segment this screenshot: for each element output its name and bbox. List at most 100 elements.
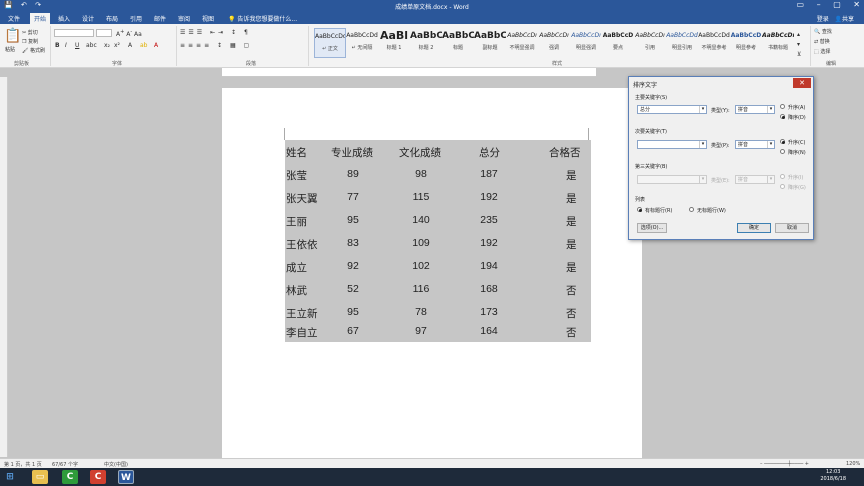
has-header-radio[interactable] (637, 207, 642, 212)
subscript-button[interactable]: x₂ (104, 42, 110, 49)
table-cell[interactable]: 83 (333, 237, 373, 249)
secondary-asc-radio[interactable] (780, 139, 785, 144)
login-link[interactable]: 登录 (817, 16, 829, 23)
table-header-cell[interactable]: 专业成绩 (331, 145, 373, 160)
style-heading-2[interactable]: AaBbC 标题 2 (410, 28, 442, 58)
table-cell[interactable]: 否 (566, 283, 577, 298)
cancel-button[interactable]: 取消 (775, 223, 809, 233)
text-effects-icon[interactable]: A (128, 42, 132, 49)
table-cell[interactable]: 是 (566, 260, 577, 275)
table-cell[interactable]: 52 (333, 283, 373, 295)
style-subtle-reference[interactable]: AaBbCcDd 不明显参考 (698, 28, 730, 58)
table-header-cell[interactable]: 总分 (479, 145, 500, 160)
styles-scroll-icons[interactable]: ▴ ▾ ⊻ (797, 30, 801, 60)
font-color-icon[interactable]: A (154, 42, 158, 49)
paste-icon[interactable]: 📋 (4, 28, 21, 44)
secondary-type-select[interactable]: 拼音 ▾ (735, 140, 775, 149)
table-header-cell[interactable]: 姓名 (286, 145, 307, 160)
tell-me-search[interactable]: 💡 告诉我您想要做什么... (228, 14, 297, 23)
table-cell[interactable]: 187 (469, 168, 509, 180)
table-cell[interactable]: 102 (401, 260, 441, 272)
tab-insert[interactable]: 插入 (58, 14, 70, 23)
table-cell[interactable]: 林武 (286, 283, 307, 298)
tab-design[interactable]: 设计 (82, 14, 94, 23)
vertical-ruler[interactable] (0, 77, 8, 457)
table-cell[interactable]: 194 (469, 260, 509, 272)
style-quote[interactable]: AaBbCcDı 引用 (634, 28, 666, 58)
table-cell[interactable]: 95 (333, 306, 373, 318)
tab-references[interactable]: 引用 (130, 14, 142, 23)
cut-button[interactable]: ✂ 剪切 (22, 29, 38, 36)
italic-button[interactable]: I (65, 42, 67, 49)
dialog-close-button[interactable]: ✕ (793, 78, 811, 88)
primary-desc-radio[interactable] (780, 114, 785, 119)
font-grow-shrink-icons[interactable]: A+ A- Aa (116, 29, 142, 38)
table-header-cell[interactable]: 文化成绩 (399, 145, 441, 160)
primary-key-select[interactable]: 总分 ▾ (637, 105, 707, 114)
table-cell[interactable]: 王丽 (286, 214, 307, 229)
alignment-buttons-icons[interactable]: ≡≡≡≡ ↕ ▦ ▢ (180, 42, 252, 49)
table-cell[interactable]: 是 (566, 214, 577, 229)
table-cell[interactable]: 67 (333, 325, 373, 337)
highlight-icon[interactable]: ab (140, 42, 148, 49)
table-cell[interactable]: 是 (566, 237, 577, 252)
tertiary-type-select[interactable]: 拼音 ▾ (735, 175, 775, 184)
tab-layout[interactable]: 布局 (106, 14, 118, 23)
table-cell[interactable]: 否 (566, 306, 577, 321)
select-button[interactable]: ⬚ 选择 (814, 48, 830, 55)
word-taskbar-icon[interactable]: W (118, 470, 134, 484)
primary-asc-radio[interactable] (780, 104, 785, 109)
font-name-input[interactable] (54, 29, 94, 37)
style-intense-emphasis[interactable]: AaBbCcDı 明显强调 (570, 28, 602, 58)
style-strong[interactable]: AaBbCcD 要点 (602, 28, 634, 58)
style-heading-1[interactable]: AaBl 标题 1 (378, 28, 410, 58)
copy-button[interactable]: ❐ 复制 (22, 38, 38, 45)
table-cell[interactable]: 王依依 (286, 237, 318, 252)
table-cell[interactable]: 78 (401, 306, 441, 318)
secondary-key-select[interactable]: ▾ (637, 140, 707, 149)
file-explorer-icon[interactable]: ▭ (32, 470, 48, 484)
app-icon-green[interactable]: C (62, 470, 78, 484)
style-normal[interactable]: AaBbCcDd ↵ 正文 (314, 28, 346, 58)
table-cell[interactable]: 168 (469, 283, 509, 295)
system-clock[interactable]: 12:03 2018/6/18 (820, 469, 846, 483)
page-count[interactable]: 第 1 页，共 1 页 (4, 461, 42, 468)
table-cell[interactable]: 张天翼 (286, 191, 318, 206)
bold-button[interactable]: B (55, 42, 60, 49)
tertiary-key-select[interactable]: ▾ (637, 175, 707, 184)
table-cell[interactable]: 92 (333, 260, 373, 272)
table-cell[interactable]: 98 (401, 168, 441, 180)
table-cell[interactable]: 192 (469, 237, 509, 249)
ok-button[interactable]: 确定 (737, 223, 771, 233)
table-cell[interactable]: 89 (333, 168, 373, 180)
maximize-button[interactable]: ▢ (833, 0, 841, 9)
language[interactable]: 中文(中国) (104, 461, 128, 468)
tab-view[interactable]: 视图 (202, 14, 214, 23)
tab-review[interactable]: 审阅 (178, 14, 190, 23)
minimize-button[interactable]: – (817, 0, 821, 9)
style-no-spacing[interactable]: AaBbCcDd ↵ 无间隔 (346, 28, 378, 58)
table-header-cell[interactable]: 合格否 (549, 145, 581, 160)
ribbon-display-icon[interactable]: ▭ (797, 0, 805, 9)
secondary-desc-radio[interactable] (780, 149, 785, 154)
font-size-input[interactable] (96, 29, 112, 37)
style-intense-reference[interactable]: AaBbCcD 明显参考 (730, 28, 762, 58)
primary-type-select[interactable]: 拼音 ▾ (735, 105, 775, 114)
style-emphasis[interactable]: AaBbCcDı 强调 (538, 28, 570, 58)
table-cell[interactable]: 是 (566, 191, 577, 206)
table-cell[interactable]: 王立新 (286, 306, 318, 321)
tertiary-asc-radio[interactable] (780, 174, 785, 179)
table-cell[interactable]: 成立 (286, 260, 307, 275)
zoom-slider[interactable]: – ────────┼──── + (760, 461, 809, 467)
table-cell[interactable]: 97 (401, 325, 441, 337)
table-cell[interactable]: 116 (401, 283, 441, 295)
table-cell[interactable]: 173 (469, 306, 509, 318)
word-count[interactable]: 67/67 个字 (52, 461, 78, 468)
tertiary-desc-radio[interactable] (780, 184, 785, 189)
style-subtitle[interactable]: AaBbC 副标题 (474, 28, 506, 58)
strikethrough-button[interactable]: abc (86, 42, 97, 49)
underline-button[interactable]: U (75, 42, 79, 49)
style-book-title[interactable]: AaBbCcDı 书籍标题 (762, 28, 794, 58)
zoom-level[interactable]: 120% (846, 461, 860, 467)
horizontal-ruler[interactable] (222, 68, 596, 77)
